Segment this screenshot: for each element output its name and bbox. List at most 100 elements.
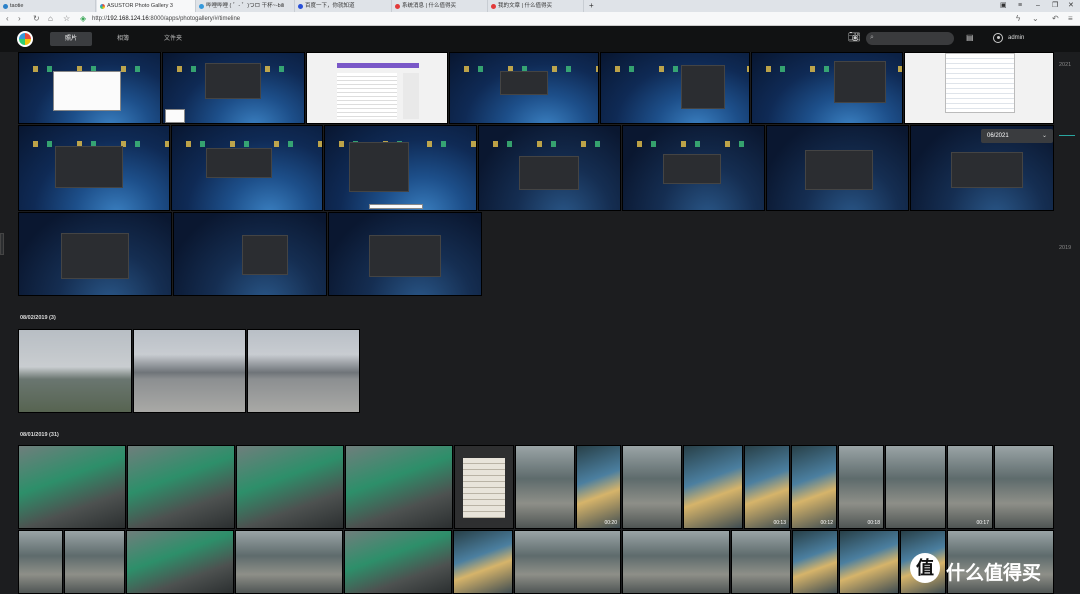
- watermark-text: 什么值得买: [946, 563, 1042, 584]
- photo-thumbnail[interactable]: [171, 125, 323, 211]
- video-thumbnail[interactable]: 00:20: [576, 445, 621, 529]
- group-date-title: 08/02/2019 (3): [20, 315, 56, 321]
- url-field[interactable]: http://192.168.124.16:8000/apps/photogal…: [92, 14, 240, 24]
- timeline-year[interactable]: 2021: [1059, 62, 1071, 68]
- photo-thumbnail[interactable]: [18, 329, 132, 413]
- photo-thumbnail[interactable]: [18, 52, 161, 124]
- video-duration: 00:17: [976, 520, 989, 526]
- video-thumbnail[interactable]: 00:12: [791, 445, 837, 529]
- photo-thumbnail[interactable]: [344, 530, 452, 594]
- back-icon[interactable]: ‹: [6, 13, 9, 25]
- video-thumbnail[interactable]: 00:13: [744, 445, 790, 529]
- group-date-title: 08/01/2019 (31): [20, 432, 59, 438]
- photo-thumbnail[interactable]: [731, 530, 791, 594]
- photo-thumbnail[interactable]: [127, 445, 235, 529]
- favicon-icon: [100, 3, 105, 9]
- photo-thumbnail[interactable]: [18, 125, 170, 211]
- video-duration: 00:18: [867, 520, 880, 526]
- address-bar: ‹ › ↻ ⌂ ☆ ◈ http://192.168.124.16:8000/a…: [0, 12, 1080, 26]
- photo-thumbnail[interactable]: [904, 52, 1054, 124]
- lightning-icon[interactable]: ϟ: [1016, 13, 1020, 25]
- camera-icon[interactable]: 📷︎: [848, 33, 861, 43]
- photo-thumbnail[interactable]: [18, 445, 126, 529]
- video-duration: 00:12: [820, 520, 833, 526]
- username-label[interactable]: admin: [1008, 34, 1024, 43]
- home-icon[interactable]: ⌂: [48, 13, 53, 25]
- favicon-icon: [491, 3, 496, 9]
- photo-thumbnail[interactable]: [515, 445, 575, 529]
- photo-thumbnail[interactable]: [622, 125, 765, 211]
- minimize-icon[interactable]: –: [1036, 0, 1040, 12]
- photo-thumbnail[interactable]: [306, 52, 448, 124]
- star-icon[interactable]: ☆: [63, 13, 70, 25]
- browser-tab[interactable]: 我的文章 | 什么值得买: [488, 0, 584, 12]
- photo-thumbnail[interactable]: [600, 52, 750, 124]
- browser-tab[interactable]: taotie: [0, 0, 96, 12]
- photo-thumbnail[interactable]: [162, 52, 305, 124]
- menu-icon[interactable]: ≡: [1068, 13, 1073, 25]
- browser-tab[interactable]: 百度一下，你就知道: [295, 0, 392, 12]
- watermark-logo-icon: 值: [910, 553, 940, 583]
- video-duration: 00:20: [604, 520, 617, 526]
- photo-thumbnail[interactable]: [683, 445, 743, 529]
- photo-thumbnail[interactable]: [751, 52, 903, 124]
- timeline-year[interactable]: 2019: [1059, 245, 1071, 251]
- browser-tab-active[interactable]: ASUSTOR Photo Gallery 3: [97, 0, 196, 12]
- dropdown-icon[interactable]: ⌄: [1032, 13, 1039, 25]
- photo-thumbnail[interactable]: [449, 52, 599, 124]
- close-icon[interactable]: ✕: [1068, 0, 1074, 12]
- browser-tab-bar: taotie ASUSTOR Photo Gallery 3 哔哩哔哩 ( ゜-…: [0, 0, 1080, 12]
- timeline-date-popup[interactable]: 06/2021 ⌄: [981, 129, 1053, 143]
- chevron-down-icon: ⌄: [1041, 133, 1047, 139]
- photo-thumbnail[interactable]: [18, 530, 63, 594]
- tab-albums[interactable]: 相簿: [102, 32, 144, 46]
- photo-thumbnail[interactable]: [328, 212, 482, 296]
- photo-thumbnail[interactable]: [994, 445, 1054, 529]
- favicon-icon: [395, 3, 400, 9]
- photo-thumbnail[interactable]: [514, 530, 621, 594]
- search-input[interactable]: [866, 32, 954, 45]
- photo-thumbnail[interactable]: [236, 445, 344, 529]
- message-icon[interactable]: ▤: [966, 33, 974, 43]
- tab-folders[interactable]: 文件夹: [152, 32, 194, 46]
- video-duration: 00:13: [773, 520, 786, 526]
- photo-thumbnail[interactable]: [324, 125, 477, 211]
- tab-photos[interactable]: 照片: [50, 32, 92, 46]
- photo-thumbnail[interactable]: [345, 445, 453, 529]
- photo-thumbnail[interactable]: [173, 212, 327, 296]
- photo-thumbnail[interactable]: [792, 530, 838, 594]
- bookmark-icon[interactable]: ▣: [1000, 0, 1007, 12]
- undo-icon[interactable]: ↶: [1052, 13, 1059, 25]
- search-icon: ⌕: [870, 34, 874, 41]
- restore-icon[interactable]: ❐: [1052, 0, 1058, 12]
- photo-gallery-logo-icon: [17, 31, 33, 47]
- photo-thumbnail[interactable]: [235, 530, 343, 594]
- photo-thumbnail[interactable]: [18, 212, 172, 296]
- browser-tab[interactable]: 哔哩哔哩 ( ゜- ゜)つロ 干杯~-bili: [196, 0, 295, 12]
- favicon-icon: [199, 3, 204, 9]
- new-tab-button[interactable]: +: [586, 0, 598, 12]
- photo-thumbnail[interactable]: [454, 445, 514, 529]
- photo-thumbnail[interactable]: [247, 329, 360, 413]
- menu-icon[interactable]: ≡: [1018, 0, 1022, 12]
- photo-thumbnail[interactable]: [622, 445, 682, 529]
- photo-thumbnail[interactable]: [478, 125, 621, 211]
- browser-tab[interactable]: 系统消息 | 什么值得买: [392, 0, 488, 12]
- reload-icon[interactable]: ↻: [33, 13, 40, 25]
- photo-thumbnail[interactable]: [126, 530, 234, 594]
- forward-icon[interactable]: ›: [18, 13, 21, 25]
- favicon-icon: [3, 3, 8, 9]
- shield-icon: ◈: [80, 14, 87, 23]
- photo-thumbnail[interactable]: [453, 530, 513, 594]
- photo-thumbnail[interactable]: [622, 530, 730, 594]
- video-thumbnail[interactable]: 00:18: [838, 445, 884, 529]
- photo-thumbnail[interactable]: [133, 329, 246, 413]
- photo-thumbnail[interactable]: [766, 125, 909, 211]
- sidebar-handle[interactable]: [0, 233, 4, 255]
- avatar-icon[interactable]: [993, 33, 1003, 43]
- photo-thumbnail[interactable]: [839, 530, 899, 594]
- photo-thumbnail[interactable]: [885, 445, 946, 529]
- photo-thumbnail[interactable]: [64, 530, 125, 594]
- video-thumbnail[interactable]: 00:17: [947, 445, 993, 529]
- timeline-position-marker[interactable]: [1059, 135, 1075, 136]
